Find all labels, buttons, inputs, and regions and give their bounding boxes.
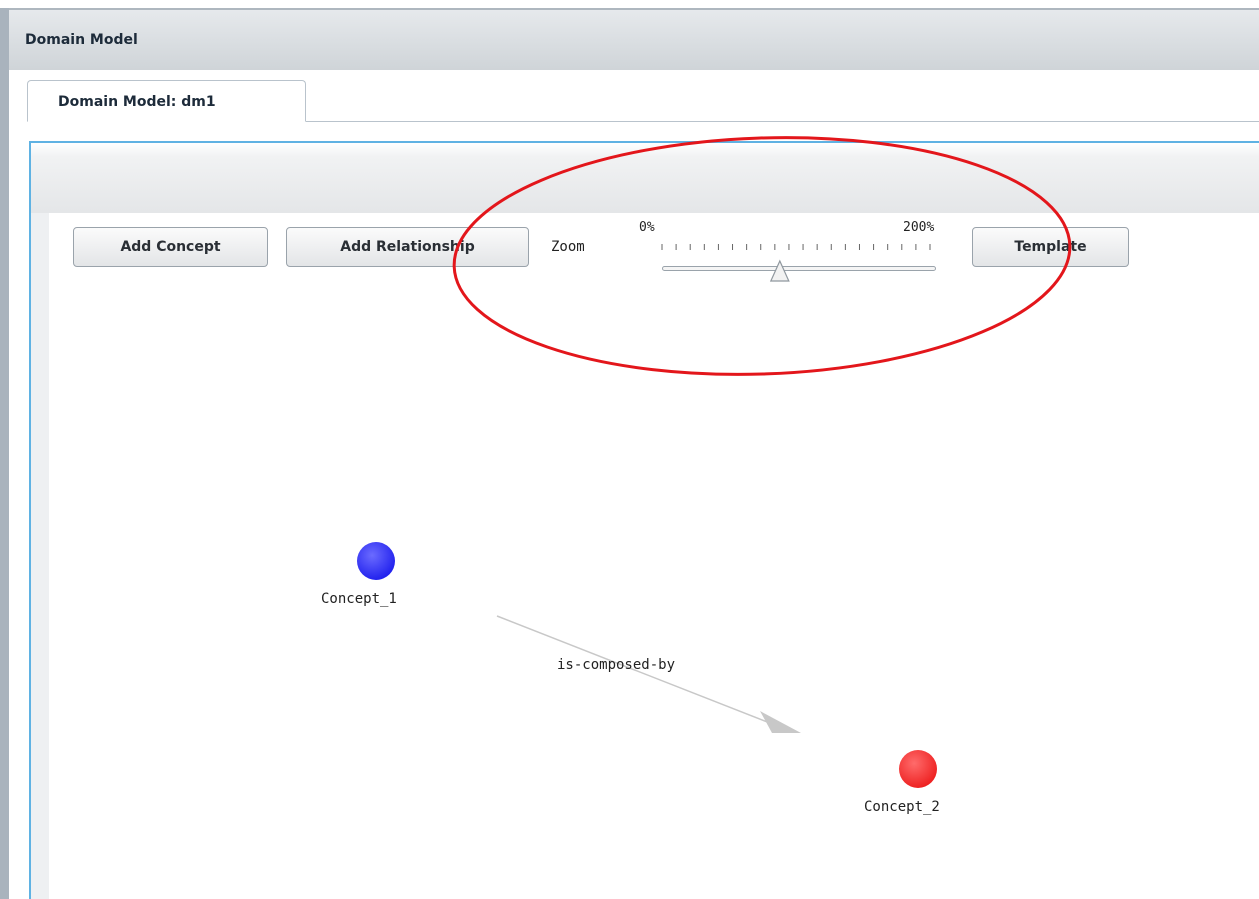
- toolbar-band: [31, 143, 1259, 213]
- zoom-label: Zoom: [551, 239, 585, 255]
- zoom-slider[interactable]: [662, 266, 936, 271]
- app-window: Domain Model Domain Model: dm1 Add Conce…: [0, 0, 1259, 899]
- relationship-label[interactable]: is-composed-by: [557, 657, 675, 673]
- template-button[interactable]: Template: [972, 227, 1129, 267]
- zoom-max-label: 200%: [903, 220, 935, 235]
- tab-bar: Domain Model: dm1: [27, 78, 1259, 122]
- panel-body: Domain Model: dm1: [9, 70, 1259, 899]
- canvas-gutter: [31, 213, 49, 899]
- panel-header: Domain Model: [9, 8, 1259, 70]
- concept-2-label[interactable]: Concept_2: [864, 799, 940, 815]
- add-relationship-button[interactable]: Add Relationship: [286, 227, 529, 267]
- add-concept-button[interactable]: Add Concept: [73, 227, 268, 267]
- panel-title: Domain Model: [25, 32, 138, 48]
- graph-canvas[interactable]: [49, 213, 1259, 899]
- concept-1-label[interactable]: Concept_1: [321, 591, 397, 607]
- left-edge: [0, 8, 9, 899]
- top-strip: [0, 0, 1259, 8]
- tab-domain-model-dm1[interactable]: Domain Model: dm1: [27, 80, 306, 122]
- tab-label: Domain Model: dm1: [58, 94, 216, 110]
- zoom-min-label: 0%: [639, 220, 655, 235]
